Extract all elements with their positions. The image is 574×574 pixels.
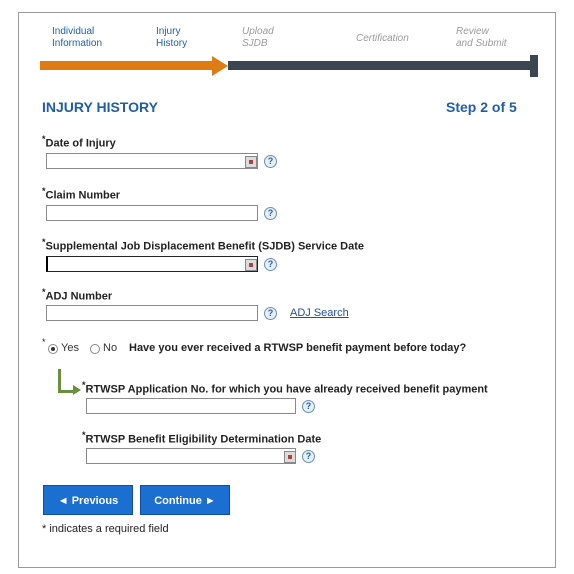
progress-arrow-icon [212,56,228,76]
wizard-step-upload-sjdb: Upload SJDB [242,26,274,50]
wizard-step-line1: Certification [356,33,409,44]
date-of-injury-input[interactable] [46,153,258,169]
adj-number-input[interactable] [46,305,258,321]
no-radio[interactable] [90,344,100,354]
previous-button[interactable]: ◄ Previous [43,485,133,515]
wizard-step-review-submit: Review and Submit [456,26,507,50]
rtwsp-question-text: Have you ever received a RTWSP benefit p… [129,342,467,354]
wizard-step-line2: Information [52,38,103,49]
adj-number-label: *ADJ Number [42,287,112,303]
claim-number-label-text: Claim Number [45,189,121,202]
rtwsp-eligibility-date-label-text: RTWSP Benefit Eligibility Determination … [85,433,322,446]
rtwsp-eligibility-date-input[interactable] [86,448,296,464]
calendar-icon[interactable] [284,451,296,463]
rtwsp-application-no-label: *RTWSP Application No. for which you hav… [82,380,488,396]
help-icon[interactable]: ? [264,258,277,271]
wizard-step-line2: History [156,38,188,49]
help-icon[interactable]: ? [264,155,277,168]
rtwsp-application-no-input[interactable] [86,398,296,414]
yes-radio[interactable] [48,344,58,354]
required-field-note: * indicates a required field [42,523,169,535]
wizard-step-line1: Review [456,26,489,37]
calendar-icon[interactable] [245,156,257,168]
rtwsp-eligibility-date-label: *RTWSP Benefit Eligibility Determination… [82,430,321,446]
adj-search-link[interactable]: ADJ Search [290,307,349,319]
branch-arrow-head-icon [73,385,81,395]
continue-button[interactable]: Continue ► [140,485,230,515]
wizard-step-injury-history: Injury History [156,26,187,50]
wizard-step-line2: SJDB [242,38,268,49]
wizard-step-line1: Individual [52,26,95,37]
wizard-step-individual-information[interactable]: Individual Information [52,26,102,50]
rtwsp-application-no-label-text: RTWSP Application No. for which you have… [85,383,488,396]
date-of-injury-label: *Date of Injury [42,134,116,150]
wizard-step-line1: Upload [242,26,274,37]
wizard-step-certification: Certification [356,33,409,45]
help-icon[interactable]: ? [264,307,277,320]
adj-number-label-text: ADJ Number [45,290,113,303]
date-of-injury-label-text: Date of Injury [45,137,116,150]
calendar-icon[interactable] [245,259,257,271]
required-marker: * [42,337,46,347]
step-counter: Step 2 of 5 [446,99,517,115]
claim-number-label: *Claim Number [42,186,120,202]
progress-bar-end-cap [530,55,538,77]
wizard-step-line1: Injury [156,26,181,37]
sjdb-service-date-label-text: Supplemental Job Displacement Benefit (S… [45,240,364,253]
help-icon[interactable]: ? [302,450,315,463]
progress-bar-remaining [228,61,530,70]
section-title: INJURY HISTORY [42,99,158,115]
wizard-step-line2: and Submit [456,38,507,49]
yes-radio-label[interactable]: Yes [61,342,79,354]
progress-bar-complete [40,61,218,70]
sjdb-service-date-input[interactable] [46,256,258,272]
help-icon[interactable]: ? [264,207,277,220]
no-radio-label[interactable]: No [103,342,117,354]
help-icon[interactable]: ? [302,400,315,413]
claim-number-input[interactable] [46,205,258,221]
sjdb-service-date-label: *Supplemental Job Displacement Benefit (… [42,237,364,253]
wizard-steps: Individual Information Injury History Up… [36,26,536,56]
